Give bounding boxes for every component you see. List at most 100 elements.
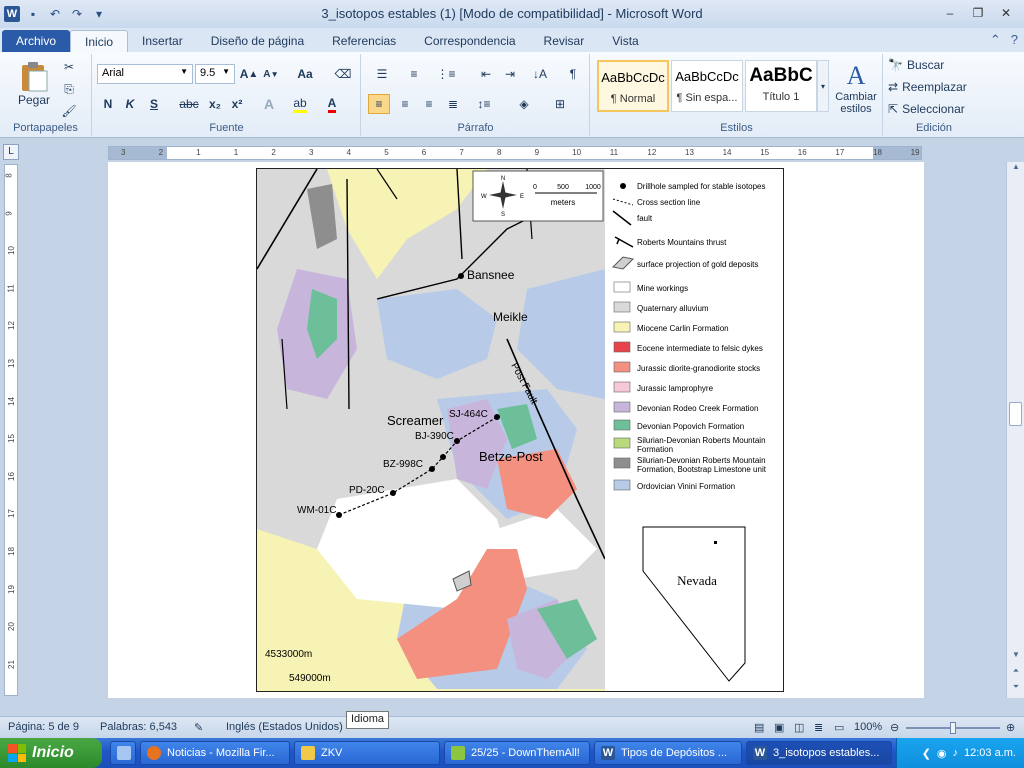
borders-icon[interactable]: ⊞ xyxy=(548,94,572,114)
show-desktop-icon[interactable] xyxy=(110,741,136,765)
word-app-icon[interactable]: W xyxy=(4,6,20,22)
sort-icon[interactable]: ↓A xyxy=(530,64,550,84)
subscript-button[interactable]: x₂ xyxy=(205,94,225,114)
task-folder-zkv[interactable]: ZKV xyxy=(294,741,440,765)
restore-icon[interactable]: ❐ xyxy=(968,4,988,22)
ribbon-tabs: Archivo Inicio Insertar Diseño de página… xyxy=(0,28,1024,52)
task-word-tipos[interactable]: W Tipos de Depósitos ... xyxy=(594,741,742,765)
justify-icon[interactable]: ≣ xyxy=(442,94,464,114)
start-button[interactable]: Inicio xyxy=(0,738,102,768)
tray-arrow-icon[interactable]: ❮ xyxy=(922,747,931,760)
zoom-slider-thumb[interactable] xyxy=(950,722,956,734)
help-icon[interactable]: ? xyxy=(1011,32,1018,48)
cut-icon[interactable]: ✂ xyxy=(60,58,78,76)
word-count[interactable]: Palabras: 6,543 xyxy=(100,721,177,733)
line-spacing-icon[interactable]: ↕≡ xyxy=(472,94,496,114)
shading-icon[interactable]: ◈ xyxy=(512,94,536,114)
minimize-icon[interactable]: – xyxy=(940,4,960,22)
text-effects-icon[interactable]: A xyxy=(259,94,279,114)
draft-icon[interactable]: ▭ xyxy=(834,721,844,734)
style-sin-espaciado[interactable]: AaBbCcDc ¶ Sin espa... xyxy=(671,60,743,112)
task-firefox[interactable]: Noticias - Mozilla Fir... xyxy=(140,741,290,765)
web-layout-icon[interactable]: ◫ xyxy=(794,721,804,734)
zoom-out-icon[interactable]: ⊖ xyxy=(890,721,899,734)
copy-icon[interactable]: ⎘ xyxy=(60,80,78,98)
vertical-scrollbar[interactable]: ▲ ▼ ⏶ ⏷ xyxy=(1006,162,1024,698)
task-word-isotopos[interactable]: W 3_isotopos estables... xyxy=(746,741,892,765)
tab-diseno-pagina[interactable]: Diseño de página xyxy=(197,30,318,52)
customize-qat-icon[interactable]: ▾ xyxy=(90,5,108,23)
full-screen-reading-icon[interactable]: ▣ xyxy=(774,721,784,734)
zoom-level[interactable]: 100% xyxy=(854,721,882,733)
tab-referencias[interactable]: Referencias xyxy=(318,30,410,52)
undo-icon[interactable]: ↶ xyxy=(46,5,64,23)
scrollbar-thumb[interactable] xyxy=(1009,402,1022,426)
scroll-down-icon[interactable]: ▼ xyxy=(1007,650,1024,666)
grow-font-icon[interactable]: A ▲ xyxy=(239,64,259,84)
italic-button[interactable]: K xyxy=(121,94,139,114)
paste-button[interactable]: Pegar xyxy=(14,56,54,112)
bold-button[interactable]: N xyxy=(99,94,117,114)
next-page-icon[interactable]: ⏷ xyxy=(1007,682,1024,698)
group-edicion: 🔭 Buscar ⇄ Reemplazar ⇱ Seleccionar Edición xyxy=(884,54,984,136)
zoom-slider[interactable] xyxy=(906,722,1000,734)
clear-format-icon[interactable]: ⌫ xyxy=(333,64,353,84)
language-indicator[interactable]: Inglés (Estados Unidos) xyxy=(226,721,343,733)
volume-icon[interactable]: ♪ xyxy=(953,747,959,759)
change-case-button[interactable]: Aa xyxy=(291,64,319,84)
bullets-icon[interactable]: ☰ xyxy=(370,64,394,84)
vertical-ruler[interactable]: 8910111213141516171819202122 xyxy=(4,164,18,696)
increase-indent-icon[interactable]: ⇥ xyxy=(500,64,520,84)
tab-selector[interactable]: L xyxy=(3,144,19,160)
network-icon[interactable]: ◉ xyxy=(937,747,947,760)
task-downthemall[interactable]: 25/25 - DownThemAll! xyxy=(444,741,590,765)
document-page[interactable]: N S E W 0 500 1000 meters Bansnee Meikle… xyxy=(108,162,924,698)
align-center-icon[interactable]: ≡ xyxy=(394,94,416,114)
select-button[interactable]: ⇱ Seleccionar xyxy=(888,100,978,118)
underline-button[interactable]: S xyxy=(145,94,163,114)
tab-archivo[interactable]: Archivo xyxy=(2,30,71,52)
clock[interactable]: 12:03 a.m. xyxy=(964,747,1016,759)
tab-inicio[interactable]: Inicio xyxy=(70,30,129,52)
page-count[interactable]: Página: 5 de 9 xyxy=(8,721,79,733)
pilcrow-icon[interactable]: ¶ xyxy=(564,64,582,84)
font-name-combo[interactable]: Arial ▼ xyxy=(97,64,193,84)
document-area[interactable]: N S E W 0 500 1000 meters Bansnee Meikle… xyxy=(22,162,1004,698)
superscript-button[interactable]: x² xyxy=(227,94,247,114)
highlight-icon[interactable]: ab xyxy=(289,94,311,114)
legend-label: surface projection of gold deposits xyxy=(637,260,758,269)
proofing-icon[interactable]: ✎ xyxy=(194,721,203,734)
strikethrough-button[interactable]: abc xyxy=(177,94,201,114)
tab-correspondencia[interactable]: Correspondencia xyxy=(410,30,529,52)
redo-icon[interactable]: ↷ xyxy=(68,5,86,23)
change-styles-button[interactable]: A Cambiar estilos xyxy=(831,56,881,120)
horizontal-ruler[interactable]: 3 2 1 1 2 3 4 5 6 7 8 9 10 11 12 13 14 15 16 17 18 19 xyxy=(108,146,922,160)
style-normal[interactable]: AaBbCcDc ¶ Normal xyxy=(597,60,669,112)
prev-page-icon[interactable]: ⏶ xyxy=(1007,666,1024,682)
styles-scroll-icon[interactable]: ▾ xyxy=(817,60,829,112)
numbering-icon[interactable]: ≡ xyxy=(402,64,426,84)
minimize-ribbon-icon[interactable]: ⌃ xyxy=(990,32,1001,48)
scroll-up-icon[interactable]: ▲ xyxy=(1007,162,1024,178)
zoom-in-icon[interactable]: ⊕ xyxy=(1006,721,1015,734)
outline-icon[interactable]: ≣ xyxy=(814,721,823,734)
align-left-icon[interactable]: ≡ xyxy=(368,94,390,114)
tab-vista[interactable]: Vista xyxy=(598,30,652,52)
close-icon[interactable]: ✕ xyxy=(996,4,1016,22)
tab-revisar[interactable]: Revisar xyxy=(530,30,599,52)
align-right-icon[interactable]: ≡ xyxy=(418,94,440,114)
replace-button[interactable]: ⇄ Reemplazar xyxy=(888,78,978,96)
geologic-map-figure[interactable]: N S E W 0 500 1000 meters Bansnee Meikle… xyxy=(256,168,784,692)
save-icon[interactable]: ▪ xyxy=(24,5,42,23)
decrease-indent-icon[interactable]: ⇤ xyxy=(476,64,496,84)
print-layout-icon[interactable]: ▤ xyxy=(754,721,764,734)
format-painter-icon[interactable]: 🖌 xyxy=(60,102,78,120)
shrink-font-icon[interactable]: A ▼ xyxy=(261,64,281,84)
tab-insertar[interactable]: Insertar xyxy=(128,30,197,52)
font-size-combo[interactable]: 9.5 ▼ xyxy=(195,64,235,84)
multilevel-list-icon[interactable]: ⋮≡ xyxy=(434,64,458,84)
style-titulo-1[interactable]: AaBbC Título 1 xyxy=(745,60,817,112)
scale-tick-0: 0 xyxy=(533,184,537,191)
find-button[interactable]: 🔭 Buscar xyxy=(888,56,978,74)
font-color-icon[interactable]: A xyxy=(321,94,343,114)
